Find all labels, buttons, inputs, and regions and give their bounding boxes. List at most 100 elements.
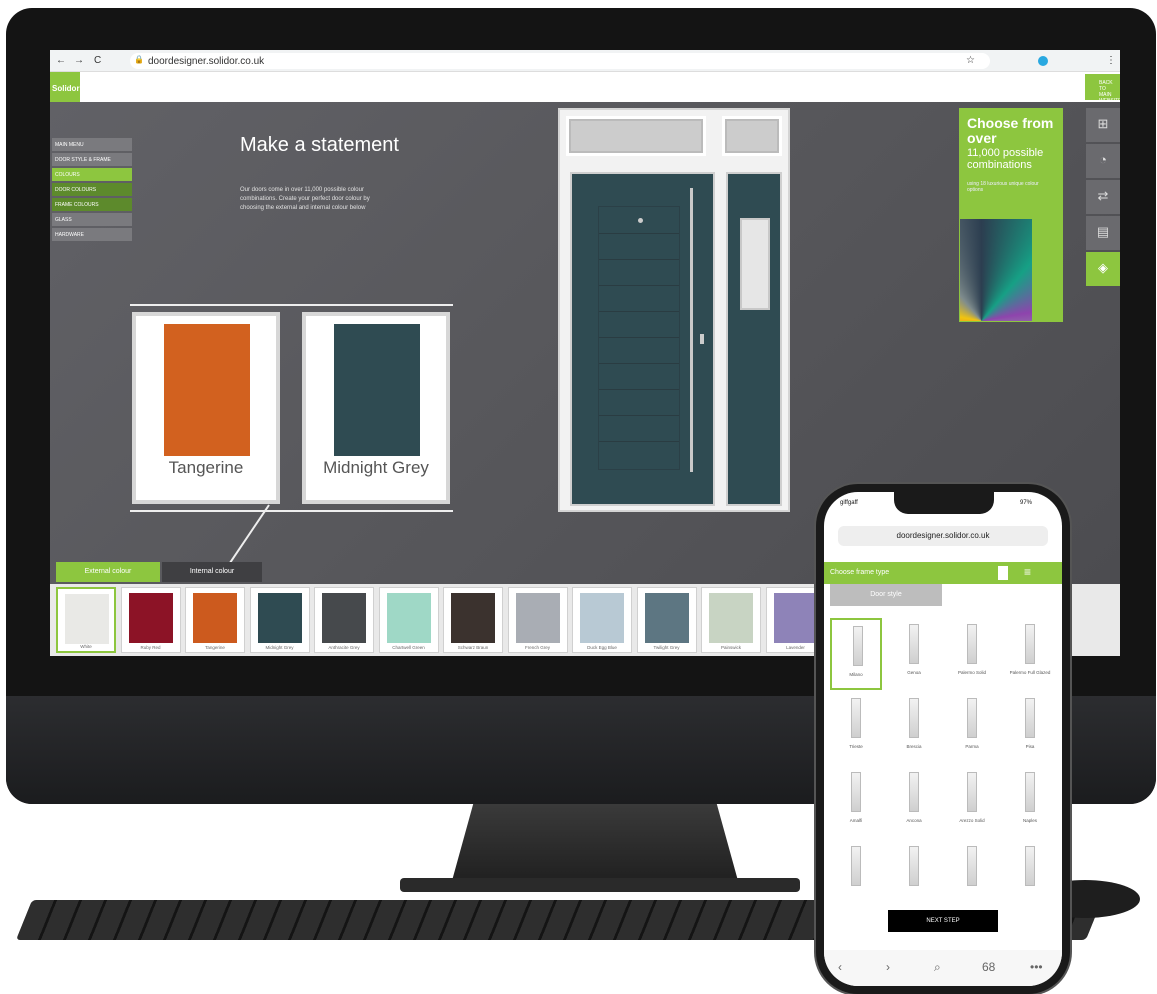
- forward-icon[interactable]: ›: [886, 960, 890, 974]
- bookmark-star-icon[interactable]: ☆: [966, 55, 975, 66]
- side-tool-icon[interactable]: ⊞: [1086, 108, 1120, 142]
- side-tool-icon[interactable]: ◔: [1086, 144, 1120, 178]
- side-tool-icon[interactable]: ▤: [1086, 216, 1120, 250]
- more-icon[interactable]: •••: [1030, 960, 1043, 974]
- door-style-thumbnail: [896, 770, 932, 814]
- colour-swatch[interactable]: Schwarz Braun: [443, 587, 503, 653]
- swatch-colour: [386, 593, 431, 643]
- colour-swatch[interactable]: Midnight Grey: [249, 587, 310, 653]
- door-style-option[interactable]: [946, 840, 998, 912]
- swatch-name: Tangerine: [205, 645, 225, 650]
- menu-item[interactable]: GLASS: [52, 213, 132, 226]
- front-door: [570, 172, 715, 506]
- hamburger-menu-icon[interactable]: ≡: [1024, 565, 1031, 579]
- colour-swatch[interactable]: Chartwell Green: [378, 587, 439, 653]
- side-tool-icon[interactable]: ⇄: [1086, 180, 1120, 214]
- colour-swatch[interactable]: Duck Egg Blue: [572, 587, 632, 653]
- browser-menu-icon[interactable]: ⋮: [1106, 55, 1116, 66]
- back-icon[interactable]: ‹: [838, 960, 842, 974]
- menu-item[interactable]: COLOURS: [52, 168, 132, 181]
- door-style-option[interactable]: [888, 840, 940, 912]
- internal-colour-card: Midnight Grey: [302, 312, 450, 504]
- phone-bar-title: Choose frame type: [830, 569, 890, 576]
- swatch-colour: [580, 593, 624, 643]
- door-style-thumbnail: [1012, 622, 1048, 666]
- door-style-option[interactable]: Ancona: [888, 766, 940, 838]
- door-style-option[interactable]: [830, 840, 882, 912]
- promo-title: Choose from over: [967, 115, 1054, 146]
- swatch-name: Midnight Grey: [265, 645, 294, 650]
- door-style-option[interactable]: Palermo Solid: [946, 618, 998, 690]
- tab-internal-colour[interactable]: Internal colour: [162, 562, 262, 582]
- door-style-option[interactable]: [1004, 840, 1056, 912]
- profile-avatar[interactable]: [1038, 56, 1048, 66]
- tabs-icon[interactable]: 68: [982, 960, 995, 974]
- door-style-name: Palermo Solid: [957, 670, 986, 675]
- sidelight-glass: [740, 218, 770, 310]
- address-bar[interactable]: 🔒 doordesigner.solidor.co.uk ☆: [130, 53, 990, 69]
- swatch-colour: [322, 593, 366, 643]
- door-style-option[interactable]: Pisa: [1004, 692, 1056, 764]
- back-to-main-website-button[interactable]: BACK TO MAIN WEBSITE: [1085, 74, 1120, 104]
- transom-window-left: [566, 116, 706, 156]
- door-style-name: Amalfi: [849, 818, 863, 823]
- door-style-option[interactable]: Arezzo Solid: [946, 766, 998, 838]
- colour-swatch[interactable]: Tangerine: [185, 587, 245, 653]
- door-style-thumbnail: [838, 696, 874, 740]
- door-style-option[interactable]: Brescia: [888, 692, 940, 764]
- door-groove: [599, 389, 679, 390]
- door-style-option[interactable]: Genoa: [888, 618, 940, 690]
- hero-headline: Make a statement: [240, 134, 399, 156]
- door-style-option[interactable]: Palermo Full Glazed: [1004, 618, 1056, 690]
- colour-swatch[interactable]: White: [56, 587, 116, 653]
- menu-item[interactable]: DOOR STYLE & FRAME: [52, 153, 132, 166]
- phone-address-bar[interactable]: doordesigner.solidor.co.uk: [838, 526, 1048, 546]
- swatch-colour: [451, 593, 495, 643]
- swatch-name: Ruby Red: [140, 645, 161, 650]
- door-style-icon[interactable]: [998, 566, 1008, 580]
- menu-item[interactable]: HARDWARE: [52, 228, 132, 241]
- door-style-option[interactable]: Parma: [946, 692, 998, 764]
- swatch-name: Painswick: [720, 645, 741, 650]
- solidor-logo[interactable]: Solidor: [50, 72, 80, 102]
- colour-swatch[interactable]: Twilight Grey: [636, 587, 697, 653]
- tab-door-style[interactable]: Door style: [830, 584, 942, 606]
- door-style-name: Ancona: [906, 818, 922, 823]
- colour-swatch[interactable]: French Grey: [507, 587, 568, 653]
- menu-item[interactable]: FRAME COLOURS: [52, 198, 132, 211]
- door-style-option[interactable]: Milano: [830, 618, 882, 690]
- swatch-colour: [257, 593, 302, 643]
- door-style-option[interactable]: Naples: [1004, 766, 1056, 838]
- door-style-thumbnail: [954, 770, 990, 814]
- menu-item[interactable]: MAIN MENU: [52, 138, 132, 151]
- door-style-thumbnail: [896, 696, 932, 740]
- door-style-thumbnail: [840, 624, 876, 668]
- search-icon[interactable]: ⌕: [934, 960, 941, 975]
- door-style-thumbnail: [838, 770, 874, 814]
- swatch-name: Chartwell Green: [392, 645, 425, 650]
- divider-line-top: [130, 304, 453, 306]
- forward-icon[interactable]: →: [74, 55, 84, 66]
- monitor-stand: [450, 804, 740, 888]
- door-style-name: Naples: [1022, 818, 1037, 823]
- menu-item[interactable]: DOOR COLOURS: [52, 183, 132, 196]
- next-step-button[interactable]: NEXT STEP: [888, 910, 998, 932]
- browser-toolbar: ← → C 🔒 doordesigner.solidor.co.uk ☆ ⋮: [50, 50, 1120, 72]
- reload-icon[interactable]: C: [94, 55, 101, 66]
- colour-swatch[interactable]: Painswick: [701, 587, 761, 653]
- tab-external-colour[interactable]: External colour: [56, 562, 160, 582]
- door-style-name: Arezzo Solid: [959, 818, 985, 823]
- swatch-colour: [773, 593, 818, 643]
- hero-blurb: Our doors come in over 11,000 possible c…: [240, 187, 370, 211]
- swatch-name: White: [80, 644, 92, 649]
- door-groove: [599, 363, 679, 364]
- door-style-thumbnail: [954, 696, 990, 740]
- divider-line-bottom: [130, 510, 453, 512]
- door-style-option[interactable]: Amalfi: [830, 766, 882, 838]
- colour-swatch[interactable]: Anthracite Grey: [314, 587, 374, 653]
- back-icon[interactable]: ←: [56, 55, 66, 66]
- colour-swatch[interactable]: Ruby Red: [120, 587, 181, 653]
- door-style-option[interactable]: Trieste: [830, 692, 882, 764]
- side-tool-icon[interactable]: ◈: [1086, 252, 1120, 286]
- swatch-name: Twilight Grey: [653, 645, 680, 650]
